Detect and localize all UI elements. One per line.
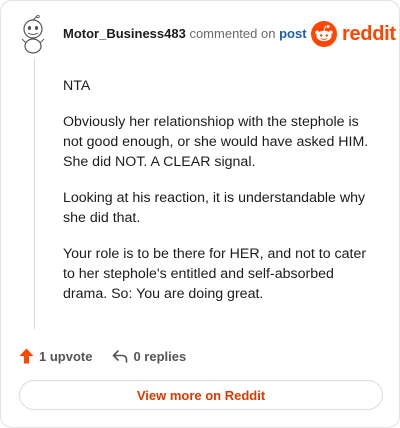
comment-paragraph: Your role is to be there for HER, and no… <box>63 246 367 302</box>
upvote-arrow-icon <box>19 348 34 364</box>
replies-count: 0 replies <box>133 348 187 364</box>
snoo-avatar-icon <box>21 14 45 54</box>
username-link[interactable]: Motor_Business483 <box>63 26 186 41</box>
thread-line <box>34 59 35 329</box>
reddit-logo[interactable]: reddit <box>311 21 396 47</box>
view-more-button[interactable]: View more on Reddit <box>19 380 383 410</box>
user-avatar[interactable] <box>17 14 49 55</box>
comment-header: Motor_Business483 commented on post <box>63 26 307 41</box>
upvote-count: 1 upvote <box>39 348 93 364</box>
comment-actions: 1 upvote 0 replies <box>19 347 206 365</box>
reply-button[interactable]: 0 replies <box>112 349 186 364</box>
comment-paragraph: Looking at his reaction, it is understan… <box>63 190 366 226</box>
reply-arrow-icon <box>113 350 128 363</box>
upvote-button[interactable]: 1 upvote <box>19 348 92 364</box>
post-link[interactable]: post <box>279 26 306 41</box>
comment-paragraph: NTA <box>63 78 91 94</box>
comment-body: NTA Obviously her relationshiop with the… <box>63 76 371 320</box>
reddit-wordmark: reddit <box>342 22 396 45</box>
commented-on-text: commented on <box>189 26 276 41</box>
comment-embed-card: Motor_Business483 commented on post redd… <box>0 0 400 428</box>
reddit-snoo-icon <box>311 21 337 47</box>
comment-paragraph: Obviously her relationshiop with the ste… <box>63 114 369 170</box>
